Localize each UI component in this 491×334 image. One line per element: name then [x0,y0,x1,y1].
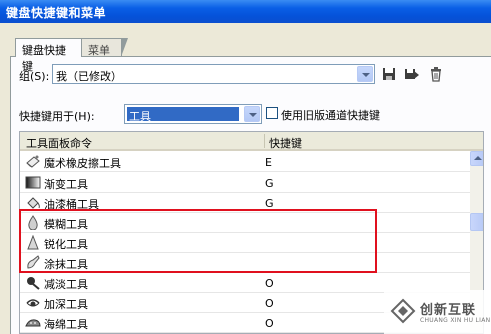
gradient-icon [25,176,41,189]
save-icon[interactable] [381,66,397,82]
scroll-thumb[interactable] [470,213,483,231]
command-name: 魔术橡皮擦工具 [44,157,121,170]
table-row[interactable]: 渐变工具 G [20,173,470,193]
command-name: 减淡工具 [44,278,88,291]
sponge-icon [25,319,41,327]
shortcut-key[interactable]: E [265,156,272,169]
shortcut-key[interactable]: G [265,197,274,210]
set-select[interactable]: 我（已修改） [52,64,375,84]
table-row[interactable]: 涂抹工具 [20,253,470,273]
command-name: 模糊工具 [44,218,88,231]
set-value: 我（已修改） [56,70,122,83]
command-name: 海绵工具 [44,318,88,331]
command-name: 油漆桶工具 [44,198,99,211]
shortcuts-for-value: 工具 [127,107,239,123]
shortcut-key[interactable]: O [265,297,274,310]
window-title: 键盘快捷键和菜单 [0,0,491,23]
tab-menus[interactable]: 菜单 [82,38,128,57]
shortcuts-for-label: 快捷键用于(H): [19,110,95,123]
command-name: 涂抹工具 [44,258,88,271]
smudge-icon [27,255,40,269]
dodge-icon [27,277,40,290]
shortcuts-for-select[interactable]: 工具 [124,104,262,124]
scroll-up-button[interactable] [470,151,483,166]
column-header-command[interactable]: 工具面板命令 [26,135,92,151]
legacy-channel-checkbox[interactable] [266,107,278,119]
burn-icon [26,299,40,307]
watermark-text: 创新互联 [420,303,477,318]
command-name: 渐变工具 [44,178,88,191]
table-row[interactable]: 模糊工具 [20,213,470,233]
table-header: 工具面板命令 快捷键 [20,132,483,151]
sharpen-icon [27,235,39,250]
table-row[interactable]: 油漆桶工具 G [20,193,470,213]
blur-icon [28,215,38,230]
column-divider[interactable] [264,134,265,148]
shortcut-key[interactable]: O [265,317,274,330]
command-name: 加深工具 [44,298,88,311]
table-row[interactable]: 魔术橡皮擦工具 E [20,152,470,172]
paint-bucket-icon [27,197,40,209]
watermark-logo-icon [390,298,416,324]
save-as-icon[interactable] [404,66,420,82]
tab-keyboard-shortcuts[interactable]: 键盘快捷键 [15,38,82,73]
column-header-shortcut[interactable]: 快捷键 [269,135,302,151]
delete-icon[interactable] [428,66,444,82]
shortcut-key[interactable]: O [265,277,274,290]
watermark-subtext: CHUANG XIN HU LIAN [420,317,491,324]
shortcut-key[interactable]: G [265,177,274,190]
watermark: 创新互联 CHUANG XIN HU LIAN [384,290,491,334]
command-name: 锐化工具 [44,238,88,251]
chevron-down-icon[interactable] [244,106,260,122]
chevron-down-icon[interactable] [357,66,373,82]
magic-eraser-icon [26,155,40,168]
table-row[interactable]: 锐化工具 [20,233,470,253]
legacy-channel-label: 使用旧版通道快捷键 [281,109,380,122]
